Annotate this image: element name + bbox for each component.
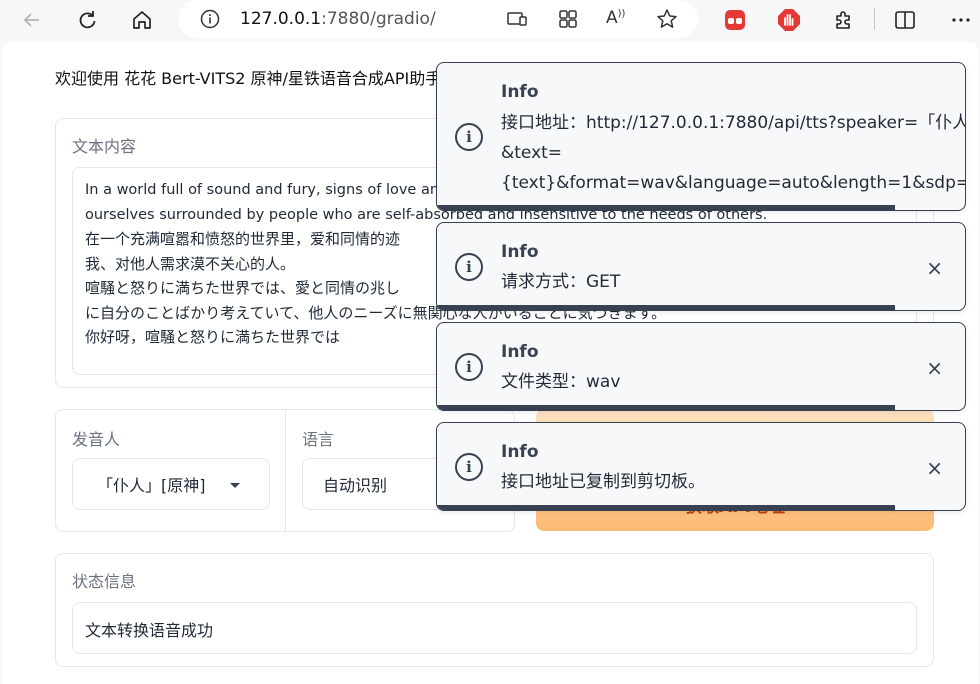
status-label: 状态信息: [72, 572, 137, 591]
extensions-puzzle-icon[interactable]: [828, 4, 860, 36]
adblock-icon[interactable]: [773, 4, 805, 36]
info-icon: i: [455, 123, 483, 151]
speaker-dropdown[interactable]: 「仆人」[原神]: [72, 458, 270, 510]
toast-timer-bar: [437, 305, 895, 310]
speaker-label: 发音人: [72, 430, 121, 449]
toast-message: 请求方式：GET: [501, 272, 621, 292]
home-icon[interactable]: [126, 4, 158, 36]
toast-timer-bar: [437, 405, 895, 410]
toast-message[interactable]: 接口地址：http://127.0.0.1:7880/api/tts?speak…: [501, 108, 965, 138]
toast-title: Info: [501, 442, 539, 462]
chevron-down-icon: [230, 483, 240, 488]
toast-api-url: i Info 接口地址：http://127.0.0.1:7880/api/tt…: [436, 62, 966, 211]
extension-red-icon[interactable]: [719, 4, 751, 36]
app-available-icon[interactable]: [506, 9, 528, 33]
address-bar[interactable]: 127.0.0.1:7880/gradio/ A)): [178, 0, 698, 38]
toast-message[interactable]: &text=: [501, 138, 562, 168]
browser-toolbar: 127.0.0.1:7880/gradio/ A)): [0, 0, 980, 40]
text-content-label: 文本内容: [72, 137, 137, 156]
language-label: 语言: [302, 430, 335, 449]
reload-icon[interactable]: [71, 4, 103, 36]
info-icon: i: [455, 453, 483, 481]
extensions-grid-icon[interactable]: [558, 9, 578, 33]
more-options-icon[interactable]: [945, 4, 977, 36]
column-divider: [285, 410, 286, 531]
status-output: 文本转换语音成功: [72, 602, 917, 654]
toolbar-divider: [874, 8, 875, 30]
close-icon[interactable]: ×: [926, 358, 943, 378]
toast-timer-bar: [437, 505, 895, 510]
info-icon: i: [455, 353, 483, 381]
welcome-text: 欢迎使用 花花 Bert-VITS2 原神/星铁语音合成API助手: [55, 69, 442, 88]
status-block: 状态信息 文本转换语音成功: [55, 553, 934, 667]
toast-message: 文件类型：wav: [501, 372, 621, 392]
toast-copied: i Info 接口地址已复制到剪切板。 ×: [436, 422, 966, 511]
split-screen-icon[interactable]: [889, 4, 921, 36]
favorite-star-icon[interactable]: [656, 8, 678, 34]
site-info-icon[interactable]: [200, 9, 220, 33]
toast-message: 接口地址已复制到剪切板。: [501, 472, 705, 492]
toast-title: Info: [501, 82, 539, 102]
toast-message[interactable]: {text}&format=wav&language=auto&length=1…: [501, 168, 965, 198]
toast-title: Info: [501, 242, 539, 262]
read-aloud-icon[interactable]: A)): [606, 8, 625, 28]
toast-request-method: i Info 请求方式：GET ×: [436, 222, 966, 311]
speaker-value: 「仆人」[原神]: [97, 476, 206, 495]
back-icon[interactable]: [16, 4, 48, 36]
close-icon[interactable]: ×: [926, 258, 943, 278]
url-text: 127.0.0.1:7880/gradio/: [240, 9, 436, 29]
toast-title: Info: [501, 342, 539, 362]
url-host: 127.0.0.1: [240, 9, 322, 29]
close-icon[interactable]: ×: [926, 458, 943, 478]
toast-timer-bar: [437, 205, 895, 210]
url-path: :7880/gradio/: [321, 9, 436, 29]
toast-file-type: i Info 文件类型：wav ×: [436, 322, 966, 411]
language-value: 自动识别: [323, 476, 388, 495]
info-icon: i: [455, 253, 483, 281]
